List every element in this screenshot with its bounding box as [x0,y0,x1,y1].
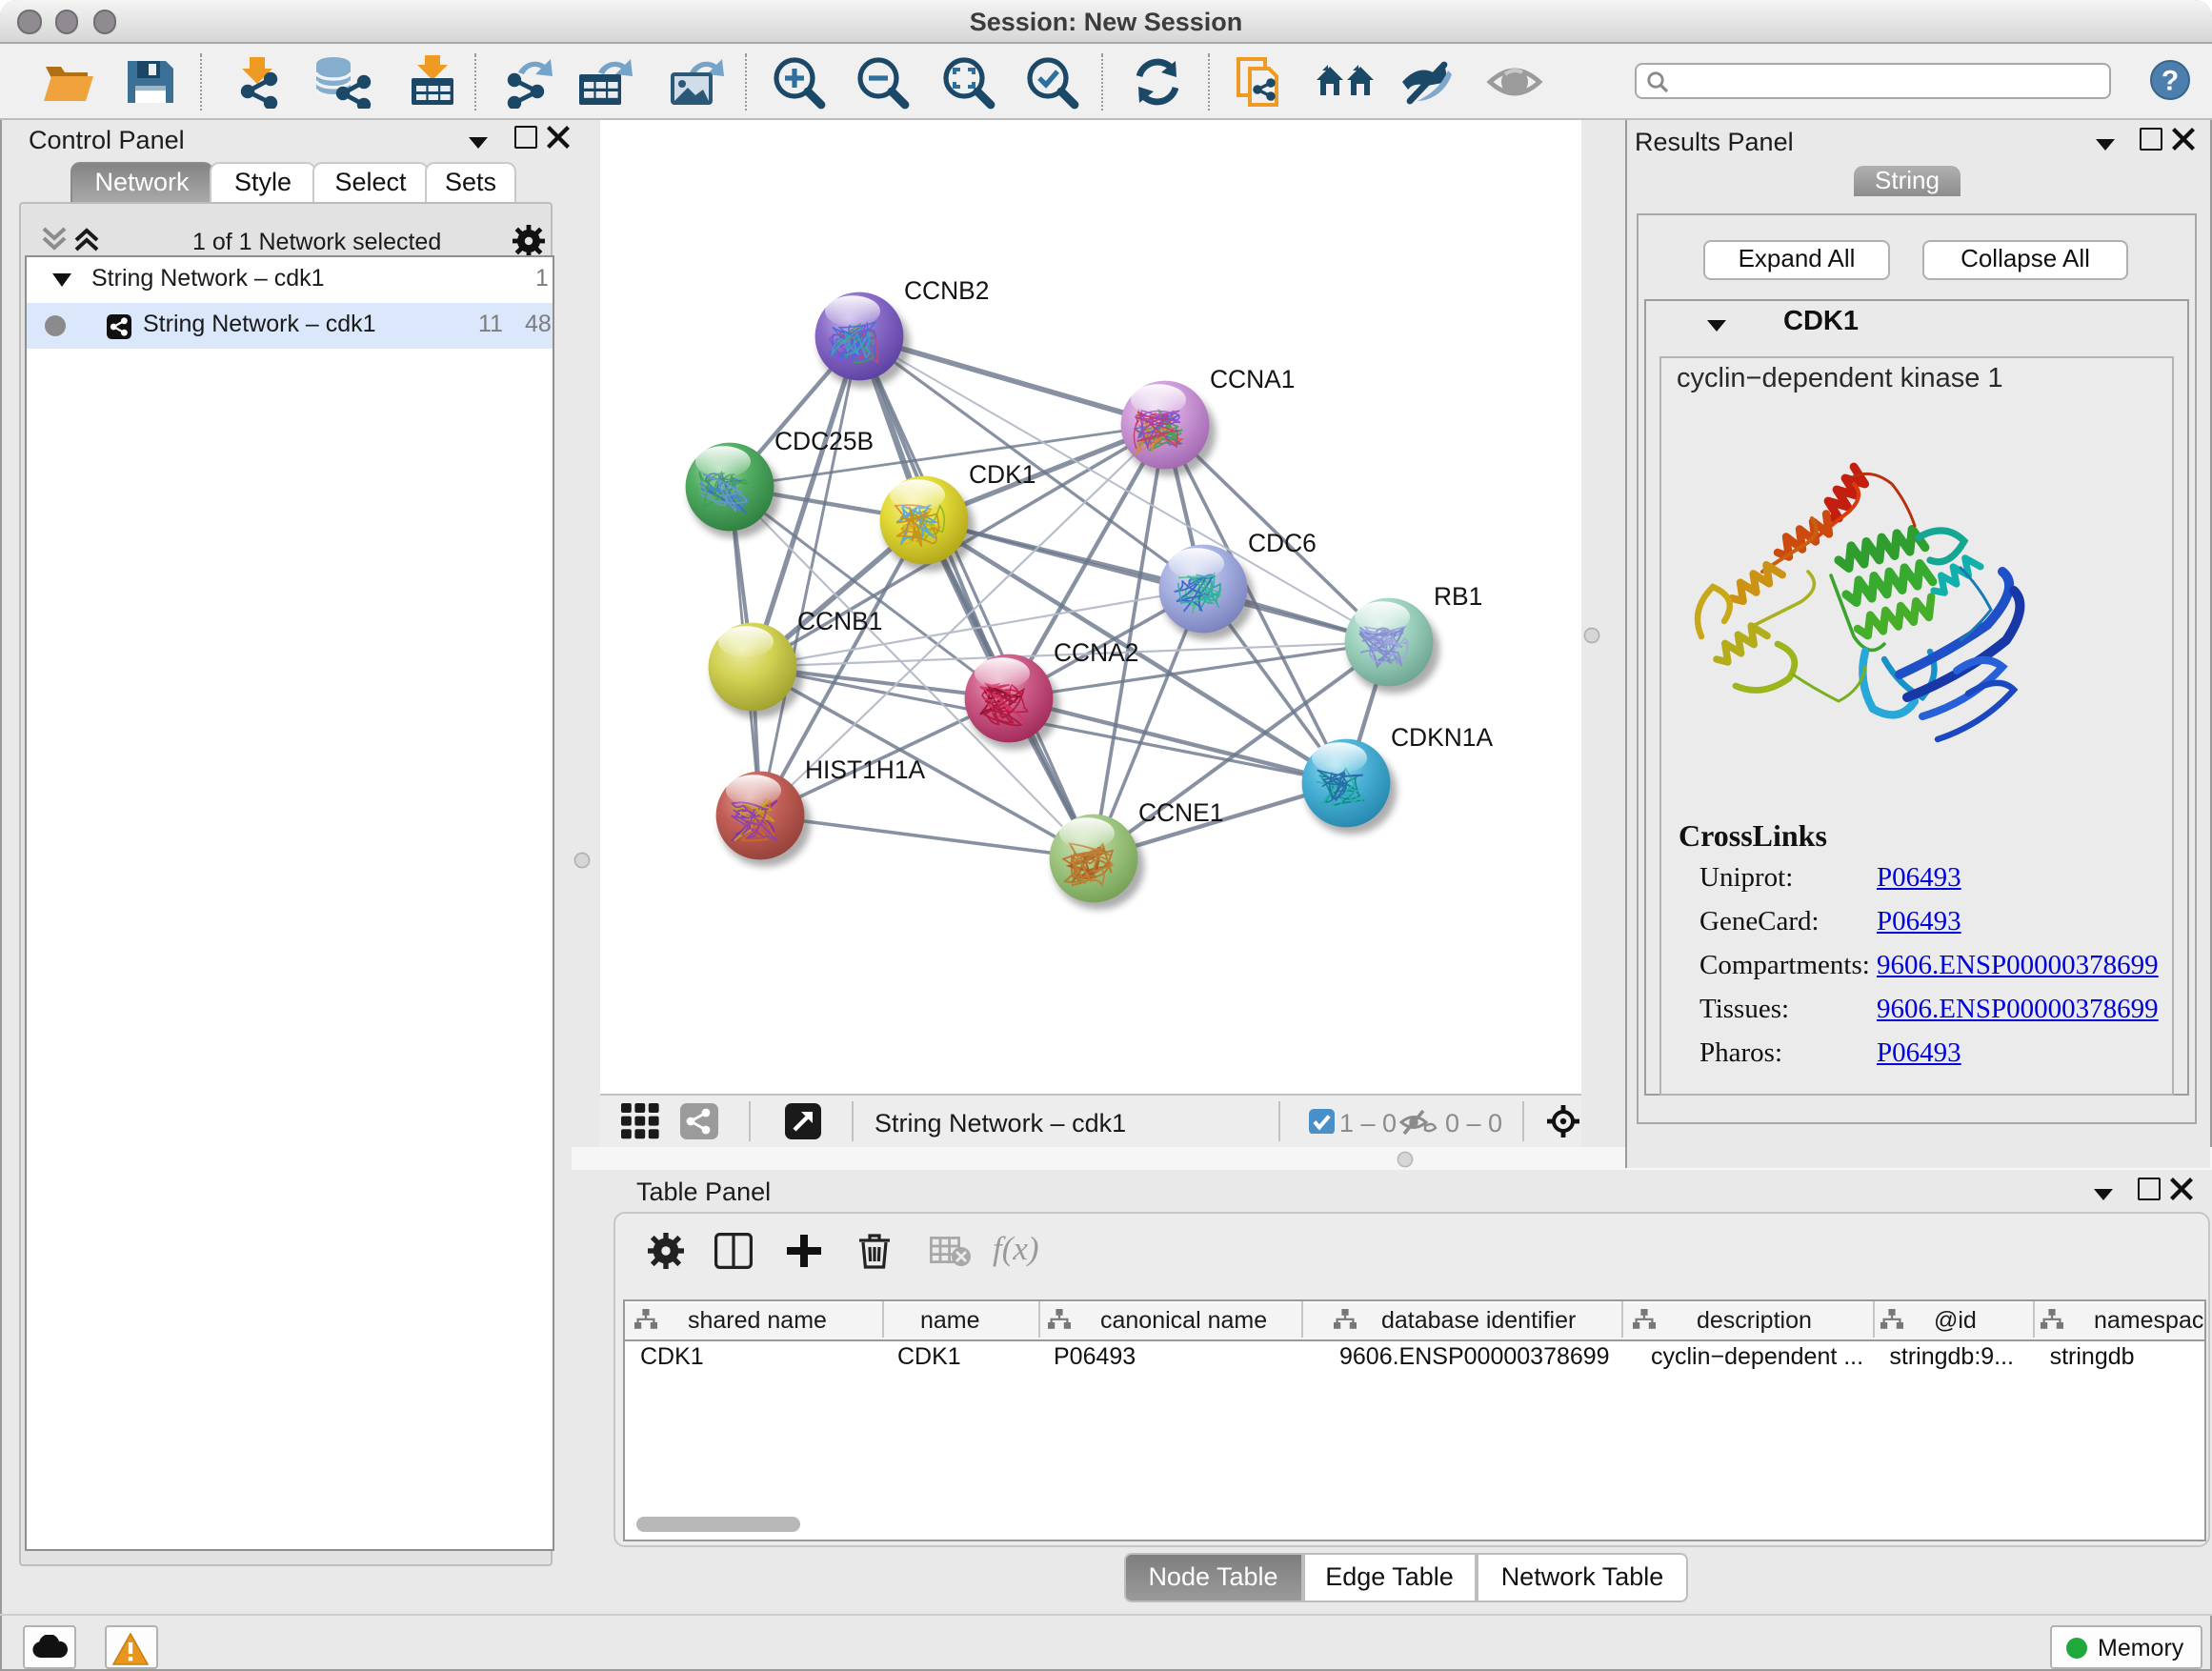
svg-text:CCNE1: CCNE1 [1138,798,1223,827]
svg-text:CDK1: CDK1 [969,460,1036,489]
svg-text:CDKN1A: CDKN1A [1391,723,1493,752]
svg-text:CCNA1: CCNA1 [1210,365,1295,393]
svg-text:CDC25B: CDC25B [774,427,874,455]
svg-text:CDC6: CDC6 [1248,529,1317,557]
svg-text:RB1: RB1 [1434,582,1482,611]
svg-text:CCNB1: CCNB1 [797,607,882,635]
svg-text:CCNB2: CCNB2 [904,276,989,305]
svg-text:?: ? [2162,65,2179,96]
svg-text:CCNA2: CCNA2 [1054,638,1138,667]
svg-text:HIST1H1A: HIST1H1A [805,755,926,784]
